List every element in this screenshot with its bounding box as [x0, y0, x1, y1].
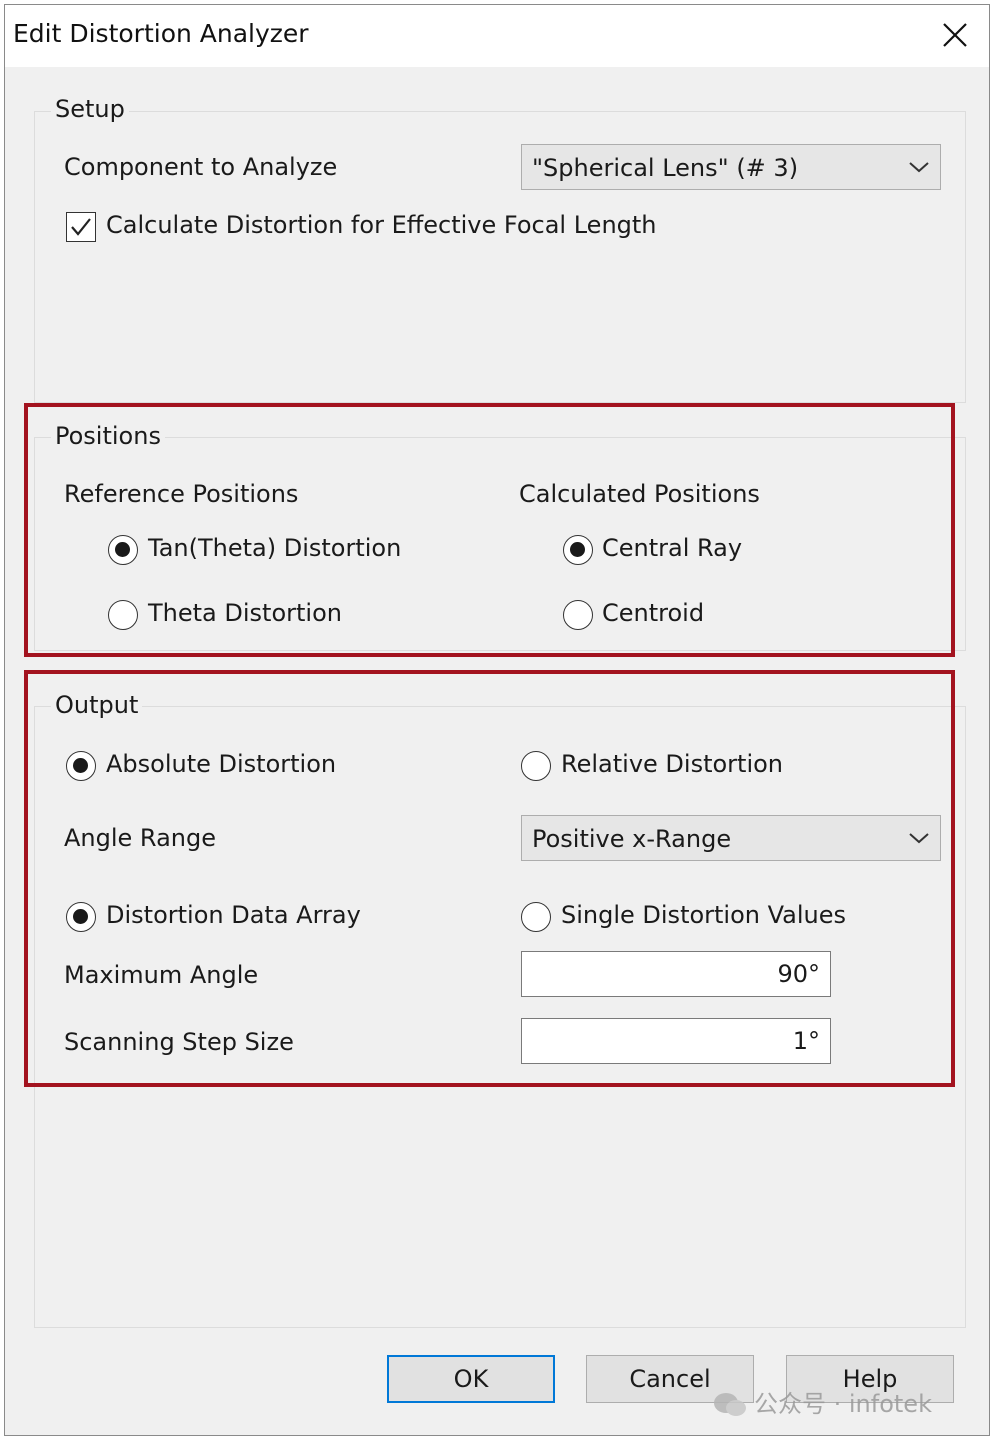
wechat-icon	[714, 1393, 746, 1416]
component-select-value: "Spherical Lens" (# 3)	[532, 154, 799, 182]
efl-checkbox-label[interactable]: Calculate Distortion for Effective Focal…	[106, 211, 657, 239]
efl-checkbox[interactable]	[66, 212, 96, 242]
chevron-down-icon	[909, 162, 929, 173]
output-highlight-box	[24, 670, 955, 1087]
ok-button[interactable]: OK	[387, 1355, 555, 1403]
checkmark-icon	[71, 218, 91, 236]
setup-group-label: Setup	[51, 95, 129, 123]
close-button[interactable]	[935, 15, 975, 55]
component-label: Component to Analyze	[64, 153, 338, 181]
dialog-window: Edit Distortion Analyzer Setup Component…	[4, 4, 990, 1436]
positions-highlight-box	[24, 403, 955, 657]
component-select[interactable]: "Spherical Lens" (# 3)	[521, 144, 941, 190]
close-icon	[943, 23, 967, 47]
watermark: 公众号 · infotek	[712, 1384, 932, 1419]
title-bar: Edit Distortion Analyzer	[5, 5, 989, 67]
window-title: Edit Distortion Analyzer	[13, 19, 309, 48]
watermark-text: 公众号 · infotek	[754, 1390, 932, 1418]
